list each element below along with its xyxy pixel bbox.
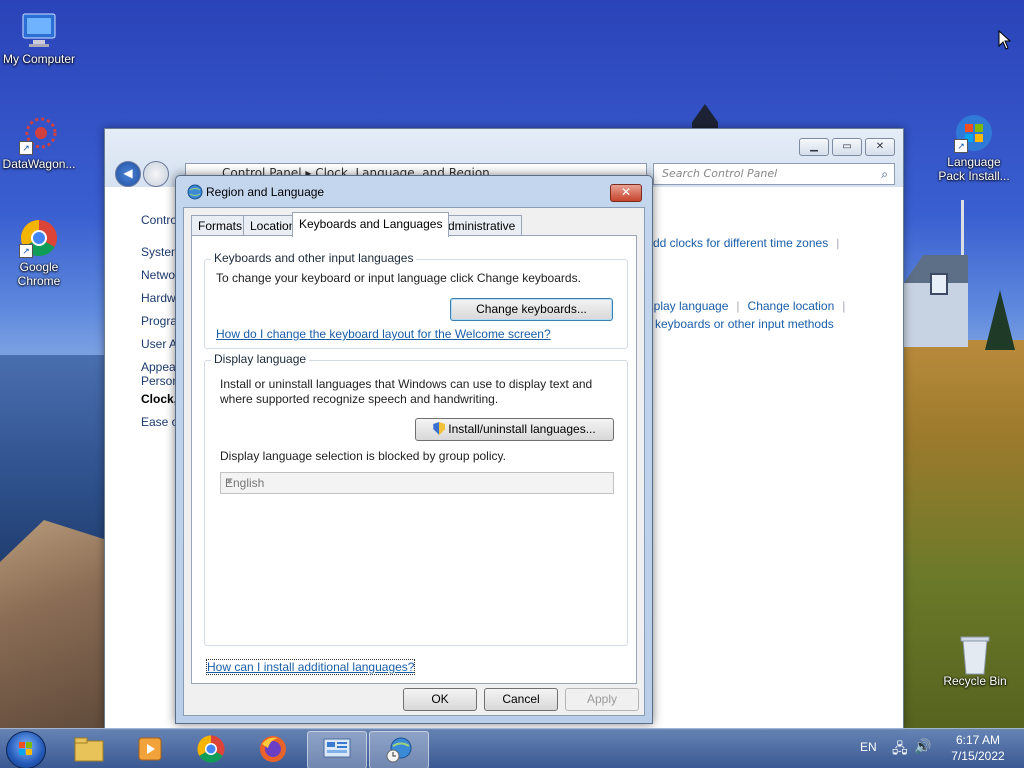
change-keyboards-button[interactable]: Change keyboards... xyxy=(450,298,613,321)
desktop-icon-label: Language Pack Install... xyxy=(938,155,1010,183)
taskbar-chrome[interactable] xyxy=(182,731,240,767)
wallpaper-house xyxy=(904,255,968,347)
desktop-icon-language-pack[interactable]: ↗ Language Pack Install... xyxy=(934,113,1014,183)
control-panel-content: Add clocks for different time zones | isp… xyxy=(645,236,846,331)
network-icon[interactable]: 🖧 xyxy=(892,738,908,762)
shortcut-arrow-icon: ↗ xyxy=(19,244,33,258)
display-language-group-title: Display language xyxy=(211,352,310,366)
globe-clock-icon xyxy=(187,184,203,200)
volume-icon[interactable]: 🔊 xyxy=(914,738,931,755)
maximize-button[interactable]: ▭ xyxy=(832,138,862,156)
minimize-button[interactable]: ▁ xyxy=(799,138,829,156)
dialog-title: Region and Language xyxy=(206,185,325,199)
change-location-link[interactable]: Change location xyxy=(748,299,835,313)
globe-clock-icon xyxy=(386,737,412,763)
ok-button[interactable]: OK xyxy=(403,688,477,711)
keyboards-group-title: Keyboards and other input languages xyxy=(211,251,417,265)
display-language-blocked-text: Display language selection is blocked by… xyxy=(220,449,506,463)
system-tray: EN 🖧 🔊 6:17 AM 7/15/2022 xyxy=(844,729,1024,768)
region-language-dialog: Region and Language ✕ Formats Location K… xyxy=(175,175,653,724)
dialog-body: Formats Location Keyboards and Languages… xyxy=(183,207,645,716)
keyboards-description: To change your keyboard or input languag… xyxy=(216,271,581,285)
tab-page: Keyboards and other input languages To c… xyxy=(191,235,637,684)
recycle-bin-icon xyxy=(955,632,995,675)
language-indicator[interactable]: EN xyxy=(860,740,877,754)
close-button[interactable]: ✕ xyxy=(865,138,895,156)
taskbar-firefox[interactable] xyxy=(244,731,302,767)
firefox-icon xyxy=(260,736,286,762)
desktop-icon-recycle-bin[interactable]: Recycle Bin xyxy=(935,632,1015,688)
taskbar-explorer[interactable] xyxy=(60,731,118,767)
windows-logo-icon xyxy=(19,742,32,755)
taskbar-control-panel[interactable] xyxy=(307,731,367,768)
windows-globe-icon: ↗ xyxy=(954,113,994,153)
tab-keyboards-and-languages[interactable]: Keyboards and Languages xyxy=(292,212,450,237)
taskbar: EN 🖧 🔊 6:17 AM 7/15/2022 xyxy=(0,728,1024,768)
display-language-select[interactable]: English ▼ xyxy=(220,472,614,494)
display-language-description-2: where supported recognize speech and han… xyxy=(220,392,499,406)
forward-button[interactable] xyxy=(143,161,169,187)
datawagon-icon: ↗ xyxy=(19,115,59,155)
computer-icon xyxy=(19,10,59,50)
shortcut-arrow-icon: ↗ xyxy=(954,139,968,153)
wallpaper-cliff xyxy=(0,520,110,730)
search-icon: ⌕ xyxy=(881,167,888,181)
desktop-icon-label: DataWagon... xyxy=(2,157,76,171)
clock-date[interactable]: 7/15/2022 xyxy=(947,749,1009,763)
desktop-icon-my-computer[interactable]: My Computer xyxy=(0,10,79,66)
keyboards-group: Keyboards and other input languages To c… xyxy=(204,251,628,349)
search-input[interactable]: Search Control Panel ⌕ xyxy=(653,163,895,185)
display-language-link[interactable]: isplay language xyxy=(645,299,728,313)
search-placeholder: Search Control Panel xyxy=(662,167,778,180)
uac-shield-icon xyxy=(433,422,446,435)
clock-time[interactable]: 6:17 AM xyxy=(950,733,1006,747)
control-panel-icon xyxy=(323,738,351,758)
display-language-group: Display language Install or uninstall la… xyxy=(204,352,628,646)
shortcut-arrow-icon: ↗ xyxy=(19,141,33,155)
folder-icon xyxy=(74,737,104,762)
wallpaper-lighthouse-top xyxy=(692,104,718,130)
install-uninstall-languages-button[interactable]: Install/uninstall languages... xyxy=(415,418,614,441)
display-language-description-1: Install or uninstall languages that Wind… xyxy=(220,377,593,391)
install-additional-languages-link[interactable]: How can I install additional languages? xyxy=(205,659,416,675)
cancel-button[interactable]: Cancel xyxy=(484,688,558,711)
welcome-screen-keyboard-link[interactable]: How do I change the keyboard layout for … xyxy=(216,327,551,341)
desktop-icon-label: Google Chrome xyxy=(17,260,61,288)
add-clocks-link[interactable]: Add clocks for different time zones xyxy=(645,236,828,250)
tab-formats[interactable]: Formats xyxy=(191,215,250,236)
start-button[interactable] xyxy=(6,731,46,768)
chrome-icon xyxy=(197,735,225,763)
keyboards-link[interactable]: e keyboards or other input methods xyxy=(645,317,834,331)
dialog-close-button[interactable]: ✕ xyxy=(610,184,642,202)
desktop-icon-google-chrome[interactable]: ↗ Google Chrome xyxy=(0,218,79,288)
install-uninstall-label: Install/uninstall languages... xyxy=(448,422,596,436)
chrome-icon: ↗ xyxy=(19,218,59,258)
desktop-icon-label: My Computer xyxy=(2,52,76,66)
back-button[interactable]: ◀ xyxy=(115,161,141,187)
wallpaper-tree xyxy=(985,290,1015,350)
mouse-cursor-icon xyxy=(998,30,1012,50)
taskbar-media-player[interactable] xyxy=(121,731,179,767)
desktop-icon-datawagon[interactable]: ↗ DataWagon... xyxy=(0,115,79,171)
apply-button[interactable]: Apply xyxy=(565,688,639,711)
desktop: My Computer ↗ DataWagon... ↗ Google Chro… xyxy=(0,0,1024,768)
desktop-icon-label: Recycle Bin xyxy=(943,674,1007,688)
chevron-down-icon: ▼ xyxy=(225,476,234,486)
media-player-icon xyxy=(138,737,162,761)
taskbar-region-language[interactable] xyxy=(369,731,429,768)
